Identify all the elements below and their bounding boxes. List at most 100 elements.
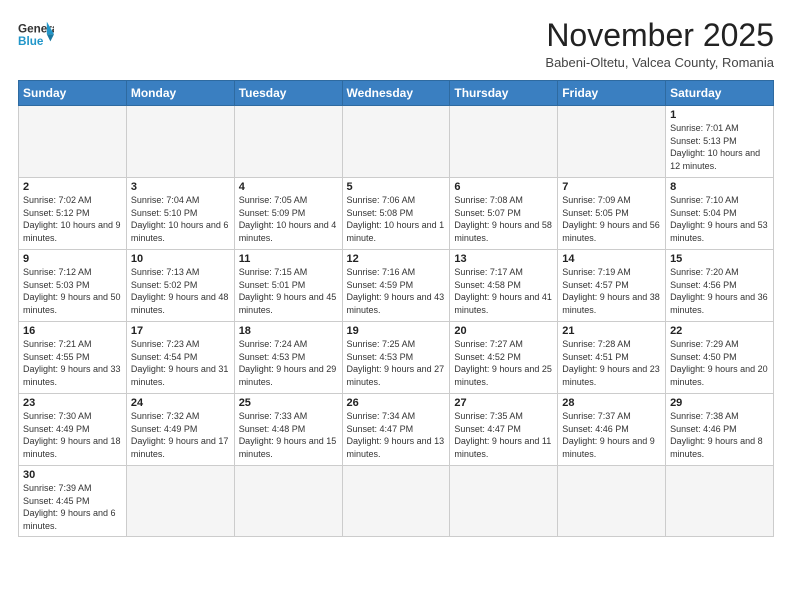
calendar-cell	[450, 106, 558, 178]
calendar-cell: 6Sunrise: 7:08 AM Sunset: 5:07 PM Daylig…	[450, 178, 558, 250]
day-info: Sunrise: 7:21 AM Sunset: 4:55 PM Dayligh…	[23, 338, 122, 388]
day-number: 27	[454, 397, 553, 409]
day-number: 28	[562, 397, 661, 409]
day-number: 10	[131, 253, 230, 265]
calendar-cell	[126, 466, 234, 536]
calendar-cell: 27Sunrise: 7:35 AM Sunset: 4:47 PM Dayli…	[450, 394, 558, 466]
col-sunday: Sunday	[19, 81, 127, 106]
calendar-cell	[234, 106, 342, 178]
col-saturday: Saturday	[666, 81, 774, 106]
day-info: Sunrise: 7:05 AM Sunset: 5:09 PM Dayligh…	[239, 194, 338, 244]
calendar-week-1: 1Sunrise: 7:01 AM Sunset: 5:13 PM Daylig…	[19, 106, 774, 178]
day-info: Sunrise: 7:25 AM Sunset: 4:53 PM Dayligh…	[347, 338, 446, 388]
calendar-cell: 9Sunrise: 7:12 AM Sunset: 5:03 PM Daylig…	[19, 250, 127, 322]
day-number: 2	[23, 181, 122, 193]
day-info: Sunrise: 7:38 AM Sunset: 4:46 PM Dayligh…	[670, 410, 769, 460]
calendar-week-3: 9Sunrise: 7:12 AM Sunset: 5:03 PM Daylig…	[19, 250, 774, 322]
header: General Blue November 2025 Babeni-Oltetu…	[18, 18, 774, 70]
calendar-cell: 7Sunrise: 7:09 AM Sunset: 5:05 PM Daylig…	[558, 178, 666, 250]
day-number: 1	[670, 109, 769, 121]
day-number: 4	[239, 181, 338, 193]
day-info: Sunrise: 7:19 AM Sunset: 4:57 PM Dayligh…	[562, 266, 661, 316]
day-number: 9	[23, 253, 122, 265]
calendar-cell: 1Sunrise: 7:01 AM Sunset: 5:13 PM Daylig…	[666, 106, 774, 178]
day-number: 17	[131, 325, 230, 337]
day-number: 5	[347, 181, 446, 193]
calendar-cell: 18Sunrise: 7:24 AM Sunset: 4:53 PM Dayli…	[234, 322, 342, 394]
day-info: Sunrise: 7:13 AM Sunset: 5:02 PM Dayligh…	[131, 266, 230, 316]
calendar-cell	[126, 106, 234, 178]
day-info: Sunrise: 7:20 AM Sunset: 4:56 PM Dayligh…	[670, 266, 769, 316]
day-number: 18	[239, 325, 338, 337]
day-info: Sunrise: 7:24 AM Sunset: 4:53 PM Dayligh…	[239, 338, 338, 388]
day-number: 19	[347, 325, 446, 337]
day-info: Sunrise: 7:12 AM Sunset: 5:03 PM Dayligh…	[23, 266, 122, 316]
logo: General Blue	[18, 18, 54, 54]
day-number: 16	[23, 325, 122, 337]
day-number: 12	[347, 253, 446, 265]
day-info: Sunrise: 7:37 AM Sunset: 4:46 PM Dayligh…	[562, 410, 661, 460]
calendar-cell: 12Sunrise: 7:16 AM Sunset: 4:59 PM Dayli…	[342, 250, 450, 322]
day-info: Sunrise: 7:10 AM Sunset: 5:04 PM Dayligh…	[670, 194, 769, 244]
calendar-cell: 23Sunrise: 7:30 AM Sunset: 4:49 PM Dayli…	[19, 394, 127, 466]
title-block: November 2025 Babeni-Oltetu, Valcea Coun…	[545, 18, 774, 70]
calendar-cell: 26Sunrise: 7:34 AM Sunset: 4:47 PM Dayli…	[342, 394, 450, 466]
calendar-cell: 2Sunrise: 7:02 AM Sunset: 5:12 PM Daylig…	[19, 178, 127, 250]
day-number: 21	[562, 325, 661, 337]
calendar-cell: 28Sunrise: 7:37 AM Sunset: 4:46 PM Dayli…	[558, 394, 666, 466]
calendar-cell: 16Sunrise: 7:21 AM Sunset: 4:55 PM Dayli…	[19, 322, 127, 394]
calendar-cell: 19Sunrise: 7:25 AM Sunset: 4:53 PM Dayli…	[342, 322, 450, 394]
calendar-cell: 5Sunrise: 7:06 AM Sunset: 5:08 PM Daylig…	[342, 178, 450, 250]
col-tuesday: Tuesday	[234, 81, 342, 106]
day-info: Sunrise: 7:27 AM Sunset: 4:52 PM Dayligh…	[454, 338, 553, 388]
calendar-cell: 13Sunrise: 7:17 AM Sunset: 4:58 PM Dayli…	[450, 250, 558, 322]
day-info: Sunrise: 7:28 AM Sunset: 4:51 PM Dayligh…	[562, 338, 661, 388]
day-number: 26	[347, 397, 446, 409]
day-number: 6	[454, 181, 553, 193]
header-row: Sunday Monday Tuesday Wednesday Thursday…	[19, 81, 774, 106]
col-wednesday: Wednesday	[342, 81, 450, 106]
day-info: Sunrise: 7:02 AM Sunset: 5:12 PM Dayligh…	[23, 194, 122, 244]
day-info: Sunrise: 7:34 AM Sunset: 4:47 PM Dayligh…	[347, 410, 446, 460]
calendar-cell: 3Sunrise: 7:04 AM Sunset: 5:10 PM Daylig…	[126, 178, 234, 250]
calendar-cell	[666, 466, 774, 536]
calendar-cell	[342, 106, 450, 178]
day-number: 13	[454, 253, 553, 265]
day-info: Sunrise: 7:29 AM Sunset: 4:50 PM Dayligh…	[670, 338, 769, 388]
day-number: 23	[23, 397, 122, 409]
day-number: 15	[670, 253, 769, 265]
col-thursday: Thursday	[450, 81, 558, 106]
calendar-cell: 11Sunrise: 7:15 AM Sunset: 5:01 PM Dayli…	[234, 250, 342, 322]
calendar-cell: 20Sunrise: 7:27 AM Sunset: 4:52 PM Dayli…	[450, 322, 558, 394]
page: General Blue November 2025 Babeni-Oltetu…	[0, 0, 792, 612]
subtitle: Babeni-Oltetu, Valcea County, Romania	[545, 55, 774, 70]
calendar-cell: 4Sunrise: 7:05 AM Sunset: 5:09 PM Daylig…	[234, 178, 342, 250]
calendar-week-5: 23Sunrise: 7:30 AM Sunset: 4:49 PM Dayli…	[19, 394, 774, 466]
day-info: Sunrise: 7:04 AM Sunset: 5:10 PM Dayligh…	[131, 194, 230, 244]
calendar-cell: 10Sunrise: 7:13 AM Sunset: 5:02 PM Dayli…	[126, 250, 234, 322]
day-info: Sunrise: 7:15 AM Sunset: 5:01 PM Dayligh…	[239, 266, 338, 316]
col-monday: Monday	[126, 81, 234, 106]
calendar-cell	[19, 106, 127, 178]
calendar-week-2: 2Sunrise: 7:02 AM Sunset: 5:12 PM Daylig…	[19, 178, 774, 250]
month-title: November 2025	[545, 18, 774, 53]
calendar-cell: 8Sunrise: 7:10 AM Sunset: 5:04 PM Daylig…	[666, 178, 774, 250]
day-info: Sunrise: 7:17 AM Sunset: 4:58 PM Dayligh…	[454, 266, 553, 316]
day-number: 3	[131, 181, 230, 193]
day-info: Sunrise: 7:09 AM Sunset: 5:05 PM Dayligh…	[562, 194, 661, 244]
day-number: 22	[670, 325, 769, 337]
day-info: Sunrise: 7:35 AM Sunset: 4:47 PM Dayligh…	[454, 410, 553, 460]
svg-text:Blue: Blue	[18, 35, 44, 48]
calendar-cell: 17Sunrise: 7:23 AM Sunset: 4:54 PM Dayli…	[126, 322, 234, 394]
calendar-cell: 29Sunrise: 7:38 AM Sunset: 4:46 PM Dayli…	[666, 394, 774, 466]
day-info: Sunrise: 7:32 AM Sunset: 4:49 PM Dayligh…	[131, 410, 230, 460]
calendar-cell: 30Sunrise: 7:39 AM Sunset: 4:45 PM Dayli…	[19, 466, 127, 536]
day-info: Sunrise: 7:30 AM Sunset: 4:49 PM Dayligh…	[23, 410, 122, 460]
day-number: 24	[131, 397, 230, 409]
day-number: 8	[670, 181, 769, 193]
day-number: 14	[562, 253, 661, 265]
logo-icon: General Blue	[18, 18, 54, 54]
day-number: 30	[23, 469, 122, 481]
day-number: 25	[239, 397, 338, 409]
day-info: Sunrise: 7:06 AM Sunset: 5:08 PM Dayligh…	[347, 194, 446, 244]
